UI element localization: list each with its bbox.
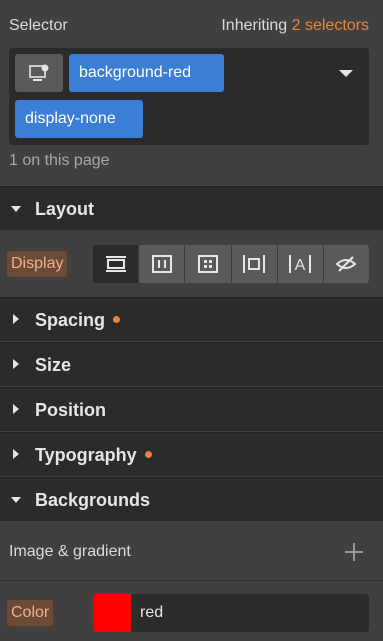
caret-right-icon — [13, 359, 19, 369]
caret-right-icon — [13, 314, 19, 324]
modified-dot-icon — [113, 315, 121, 323]
color-input[interactable]: red — [93, 594, 369, 632]
section-position-label: Position — [35, 400, 106, 420]
display-label[interactable]: Display — [7, 251, 68, 277]
selector-field[interactable]: background-red display-none — [9, 48, 369, 145]
layout-body: Display A — [0, 231, 383, 297]
image-gradient-label: Image & gradient — [9, 543, 131, 560]
display-inline-block-button[interactable] — [230, 245, 277, 283]
section-typography[interactable]: Typography — [0, 432, 383, 476]
display-grid-button[interactable] — [184, 245, 231, 283]
section-typography-label: Typography — [35, 445, 152, 466]
color-value: red — [140, 604, 164, 621]
color-row: Color red — [0, 582, 383, 641]
selector-chip-display-none[interactable]: display-none — [15, 100, 143, 138]
color-swatch[interactable] — [93, 594, 131, 632]
section-size-label: Size — [35, 355, 72, 375]
section-backgrounds-label: Backgrounds — [35, 490, 151, 510]
section-typography-text: Typography — [35, 445, 137, 465]
display-none-button[interactable] — [322, 245, 370, 283]
svg-text:A: A — [295, 257, 306, 273]
image-gradient-row: Image & gradient — [0, 523, 383, 581]
display-inline-icon: A — [289, 255, 312, 273]
display-inline-button[interactable]: A — [276, 245, 323, 283]
display-inline-block-icon — [243, 255, 266, 273]
section-position[interactable]: Position — [0, 387, 383, 431]
on-page-count: 1 on this page — [9, 152, 110, 169]
caret-right-icon — [13, 449, 19, 459]
selector-title: Selector — [9, 17, 68, 34]
section-layout-label: Layout — [35, 199, 95, 219]
display-toggle-group: A — [93, 245, 370, 283]
section-backgrounds[interactable]: Backgrounds — [0, 477, 383, 521]
modified-dot-icon — [144, 450, 152, 458]
display-flex-button[interactable] — [138, 245, 185, 283]
inheriting-count-link[interactable]: 2 selectors — [292, 17, 369, 34]
color-label[interactable]: Color — [7, 600, 54, 626]
caret-down-icon — [11, 206, 21, 212]
display-none-icon — [335, 256, 357, 272]
display-block-icon — [105, 256, 126, 272]
element-state-icon — [29, 64, 49, 81]
inheriting-prefix: Inheriting — [221, 17, 288, 34]
selector-dropdown-arrow-icon[interactable] — [339, 70, 353, 77]
section-spacing-label: Spacing — [35, 310, 121, 331]
add-icon[interactable] — [345, 543, 363, 561]
caret-right-icon — [13, 404, 19, 414]
selector-state-button[interactable] — [15, 54, 63, 92]
section-spacing-text: Spacing — [35, 310, 106, 330]
display-grid-icon — [197, 255, 218, 273]
selector-header: Selector Inheriting 2 selectors — [0, 0, 383, 50]
section-size[interactable]: Size — [0, 342, 383, 386]
inheriting-info: Inheriting 2 selectors — [221, 17, 369, 35]
display-block-button[interactable] — [93, 245, 139, 283]
selector-chip-background-red[interactable]: background-red — [69, 54, 224, 92]
section-layout[interactable]: Layout — [0, 186, 383, 230]
section-spacing[interactable]: Spacing — [0, 297, 383, 341]
caret-down-icon — [11, 497, 21, 503]
display-flex-icon — [151, 255, 172, 273]
